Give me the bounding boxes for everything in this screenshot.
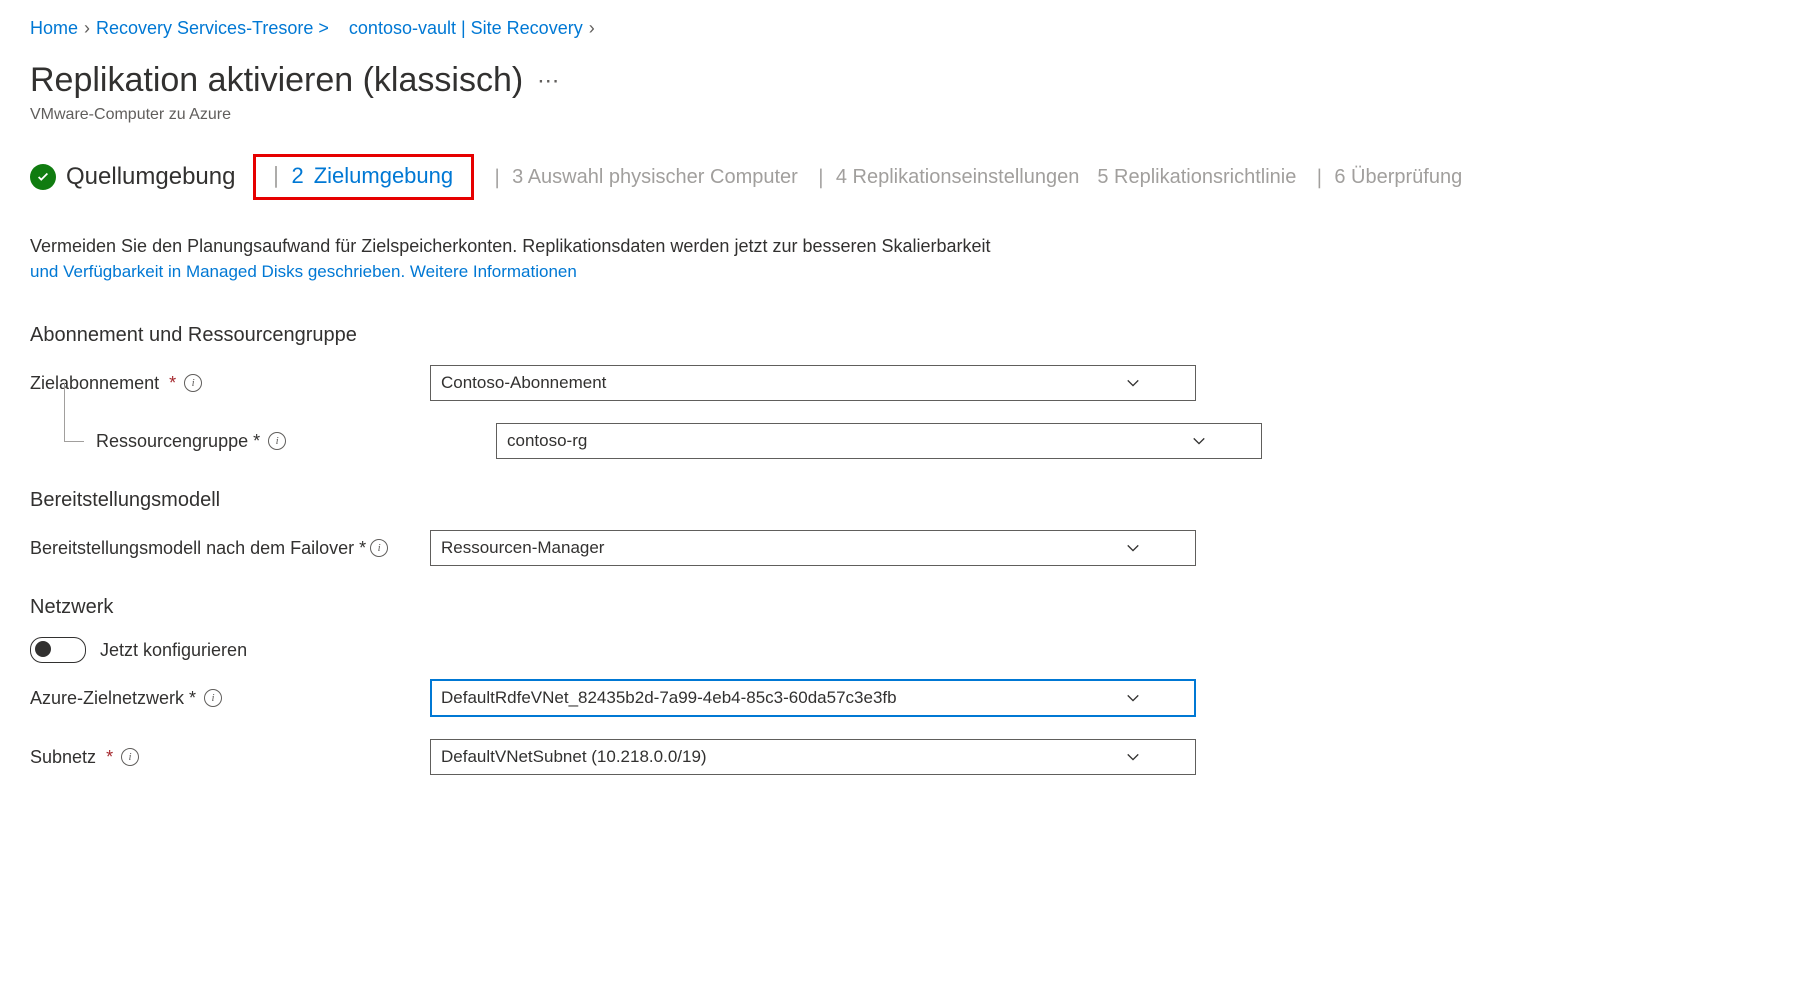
select-deployment-model[interactable]: Ressourcen-Manager	[430, 530, 1196, 566]
select-value: Contoso-Abonnement	[441, 373, 606, 393]
section-heading-network: Netzwerk	[30, 596, 1788, 619]
step-number: 2	[291, 163, 303, 189]
chevron-right-icon: ›	[589, 18, 595, 39]
step-label: Quellumgebung	[66, 163, 235, 191]
label-resource-group: Ressourcengruppe * i	[30, 431, 496, 452]
required-icon: *	[169, 373, 176, 394]
step-select-machines: ∣ 3 Auswahl physischer Computer	[492, 165, 798, 190]
info-text: Vermeiden Sie den Planungsaufwand für Zi…	[30, 234, 1230, 284]
separator-icon: ∣	[492, 165, 502, 190]
toggle-configure-now[interactable]	[30, 637, 86, 663]
label-target-network: Azure-Zielnetzwerk * i	[30, 688, 430, 709]
toggle-label: Jetzt konfigurieren	[100, 640, 247, 661]
info-line: Vermeiden Sie den Planungsaufwand für Zi…	[30, 236, 991, 256]
label-text: Bereitstellungsmodell nach dem Failover …	[30, 538, 366, 559]
select-value: DefaultRdfeVNet_82435b2d-7a99-4eb4-85c3-…	[441, 688, 897, 708]
select-value: contoso-rg	[507, 431, 587, 451]
label-text: Zielabonnement	[30, 373, 159, 394]
toggle-knob	[35, 641, 51, 657]
info-icon[interactable]: i	[121, 748, 139, 766]
separator-icon: ∣	[1314, 165, 1324, 190]
label-text: Ressourcengruppe *	[96, 431, 260, 452]
breadcrumb-item-label: Recovery Services-Tresore	[96, 18, 313, 38]
info-icon[interactable]: i	[184, 374, 202, 392]
required-icon: *	[106, 747, 113, 768]
section-heading-deployment-model: Bereitstellungsmodell	[30, 489, 1788, 512]
more-actions-icon[interactable]: ⋯	[537, 68, 561, 94]
step-target-environment[interactable]: ∣ 2 Zielumgebung	[253, 154, 474, 200]
info-icon[interactable]: i	[204, 689, 222, 707]
breadcrumb-home[interactable]: Home	[30, 18, 78, 39]
step-replication-settings: ∣ 4 Replikationseinstellungen	[816, 165, 1080, 190]
breadcrumb-recovery-services[interactable]: Recovery Services-Tresore >	[96, 18, 329, 39]
separator-icon: ∣	[816, 165, 826, 190]
step-source-environment[interactable]: Quellumgebung	[30, 163, 235, 191]
info-icon[interactable]: i	[370, 539, 388, 557]
label-target-subscription: Zielabonnement * i	[30, 373, 430, 394]
step-label: 5 Replikationsrichtlinie	[1097, 166, 1296, 189]
breadcrumb-vault[interactable]: contoso-vault | Site Recovery	[349, 18, 583, 39]
step-review: ∣ 6 Überprüfung	[1314, 165, 1462, 190]
breadcrumb: Home › Recovery Services-Tresore > conto…	[30, 18, 1788, 39]
step-label: 4 Replikationseinstellungen	[836, 166, 1080, 189]
select-value: DefaultVNetSubnet (10.218.0.0/19)	[441, 747, 707, 767]
select-target-subscription[interactable]: Contoso-Abonnement	[430, 365, 1196, 401]
step-label: 3 Auswahl physischer Computer	[512, 166, 798, 189]
separator-icon: ∣	[270, 163, 281, 189]
label-text: Subnetz	[30, 747, 96, 768]
step-label: Zielumgebung	[314, 163, 453, 189]
label-subnet: Subnetz * i	[30, 747, 430, 768]
select-target-network[interactable]: DefaultRdfeVNet_82435b2d-7a99-4eb4-85c3-…	[430, 679, 1196, 717]
section-heading-subscription-rg: Abonnement und Ressourcengruppe	[30, 324, 1788, 347]
page-title: Replikation aktivieren (klassisch)	[30, 61, 523, 100]
select-resource-group[interactable]: contoso-rg	[496, 423, 1262, 459]
info-learn-more-link[interactable]: und Verfügbarkeit in Managed Disks gesch…	[30, 262, 577, 281]
chevron-right-icon: ›	[84, 18, 90, 39]
label-deployment-model: Bereitstellungsmodell nach dem Failover …	[30, 538, 430, 559]
select-value: Ressourcen-Manager	[441, 538, 604, 558]
select-subnet[interactable]: DefaultVNetSubnet (10.218.0.0/19)	[430, 739, 1196, 775]
label-text: Azure-Zielnetzwerk *	[30, 688, 196, 709]
info-icon[interactable]: i	[268, 432, 286, 450]
step-label: 6 Überprüfung	[1334, 166, 1462, 189]
step-replication-policy: 5 Replikationsrichtlinie	[1097, 166, 1296, 189]
page-subtitle: VMware-Computer zu Azure	[30, 106, 1788, 124]
wizard-stepper: Quellumgebung ∣ 2 Zielumgebung ∣ 3 Auswa…	[30, 154, 1788, 200]
check-circle-icon	[30, 164, 56, 190]
